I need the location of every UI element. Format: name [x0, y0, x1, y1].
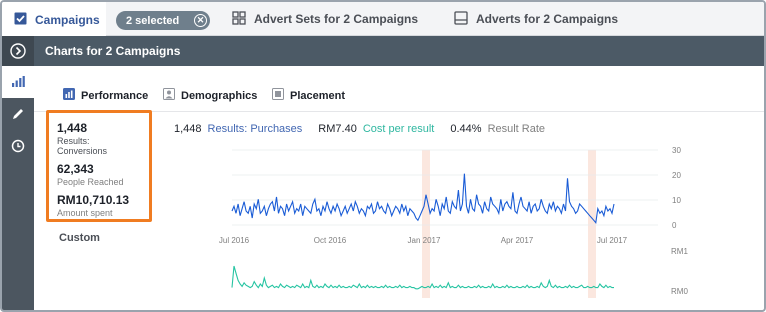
- expand-button[interactable]: [2, 36, 34, 66]
- tab-demographics-label: Demographics: [181, 89, 258, 102]
- highlight-band: [588, 150, 596, 298]
- y-tick-label: 10: [672, 196, 681, 205]
- tab-adverts[interactable]: Adverts for 2 Campaigns: [454, 2, 618, 36]
- tab-performance[interactable]: Performance: [63, 88, 148, 103]
- y2-tick-label: RM100.00: [671, 247, 688, 256]
- tab-campaigns-label: Campaigns: [35, 12, 100, 27]
- custom-metric-link[interactable]: Custom: [59, 232, 100, 244]
- x-axis-ticks: Jul 2016 Oct 2016 Jan 2017 Apr 2017 Jul 2017: [219, 236, 628, 245]
- grid-icon: [232, 10, 246, 28]
- advert-icon: [454, 10, 468, 28]
- y2-axis-ticks: RM100.00 RM0.00: [671, 247, 688, 296]
- stat-label: Results: Conversions: [57, 136, 108, 156]
- rail-item-edit[interactable]: [2, 98, 34, 130]
- chevron-right-circle-icon: [10, 43, 26, 59]
- rate-label[interactable]: Result Rate: [488, 123, 545, 135]
- y-axis-ticks: 30 20 10 0: [672, 146, 681, 230]
- people-icon: [163, 88, 175, 103]
- tab-advert-sets-label: Advert Sets for 2 Campaigns: [254, 12, 419, 26]
- stat-value: 62,343: [57, 162, 94, 176]
- performance-chart[interactable]: Jul 2016 Oct 2016 Jan 2017 Apr 2017 Jul 2017…: [168, 142, 688, 312]
- x-tick-label: Jan 2017: [408, 236, 441, 245]
- tab-campaigns[interactable]: Campaigns: [2, 2, 106, 37]
- bar-chart-icon: [63, 88, 75, 103]
- x-tick-label: Jul 2016: [219, 236, 250, 245]
- placement-icon: [272, 88, 284, 103]
- y-tick-label: 30: [672, 146, 681, 155]
- cost-label[interactable]: Cost per result: [363, 123, 435, 135]
- rail-item-charts[interactable]: [2, 66, 34, 98]
- stat-label: People Reached: [57, 177, 124, 187]
- stat-results[interactable]: 1,448 Results: Conversions: [57, 121, 141, 156]
- tab-demographics[interactable]: Demographics: [163, 88, 257, 103]
- selected-pill-label: 2 selected: [126, 14, 180, 27]
- rail-item-history[interactable]: [2, 130, 34, 162]
- stat-label: Amount spent: [57, 208, 113, 218]
- x-tick-label: Jul 2017: [597, 236, 628, 245]
- panel-header: Charts for 2 Campaigns: [34, 36, 764, 66]
- clear-selection-icon[interactable]: ✕: [194, 14, 207, 27]
- top-tab-bar: Campaigns 2 selected ✕ Advert Sets for 2…: [2, 2, 764, 37]
- stat-value: 1,448: [57, 121, 88, 135]
- results-value: 1,448: [174, 123, 202, 135]
- summary-stats-panel: 1,448 Results: Conversions 62,343 People…: [46, 110, 152, 222]
- tab-placement[interactable]: Placement: [272, 88, 345, 103]
- stat-spent[interactable]: RM10,710.13 Amount spent: [57, 193, 141, 218]
- selected-pill[interactable]: 2 selected ✕: [116, 11, 210, 30]
- stat-value: RM10,710.13: [57, 193, 130, 207]
- page-title: Charts for 2 Campaigns: [45, 44, 181, 58]
- x-tick-label: Apr 2017: [501, 236, 534, 245]
- y-tick-label: 0: [672, 221, 677, 230]
- tab-advert-sets[interactable]: Advert Sets for 2 Campaigns: [232, 2, 418, 36]
- cost-value: RM7.40: [318, 123, 357, 135]
- left-rail: [2, 36, 34, 310]
- stat-reach[interactable]: 62,343 People Reached: [57, 162, 141, 187]
- tab-performance-label: Performance: [81, 89, 149, 102]
- results-label[interactable]: Results: Purchases: [208, 123, 303, 135]
- rate-value: 0.44%: [450, 123, 482, 135]
- tab-placement-label: Placement: [290, 89, 346, 102]
- y-tick-label: 20: [672, 171, 681, 180]
- y2-tick-label: RM0.00: [671, 287, 688, 296]
- x-tick-label: Oct 2016: [314, 236, 347, 245]
- tab-adverts-label: Adverts for 2 Campaigns: [476, 12, 619, 26]
- pencil-icon: [13, 109, 23, 119]
- highlight-band: [422, 150, 430, 298]
- window-frame: Campaigns 2 selected ✕ Advert Sets for 2…: [0, 0, 766, 312]
- bar-chart-icon: [12, 76, 25, 87]
- checkbox-checked-icon: [14, 12, 27, 28]
- chart-subtabs: Performance Demographics Placement: [34, 66, 764, 112]
- clock-icon: [11, 139, 25, 153]
- chart-legend-row: 1,448 Results: Purchases RM7.40 Cost per…: [174, 123, 551, 135]
